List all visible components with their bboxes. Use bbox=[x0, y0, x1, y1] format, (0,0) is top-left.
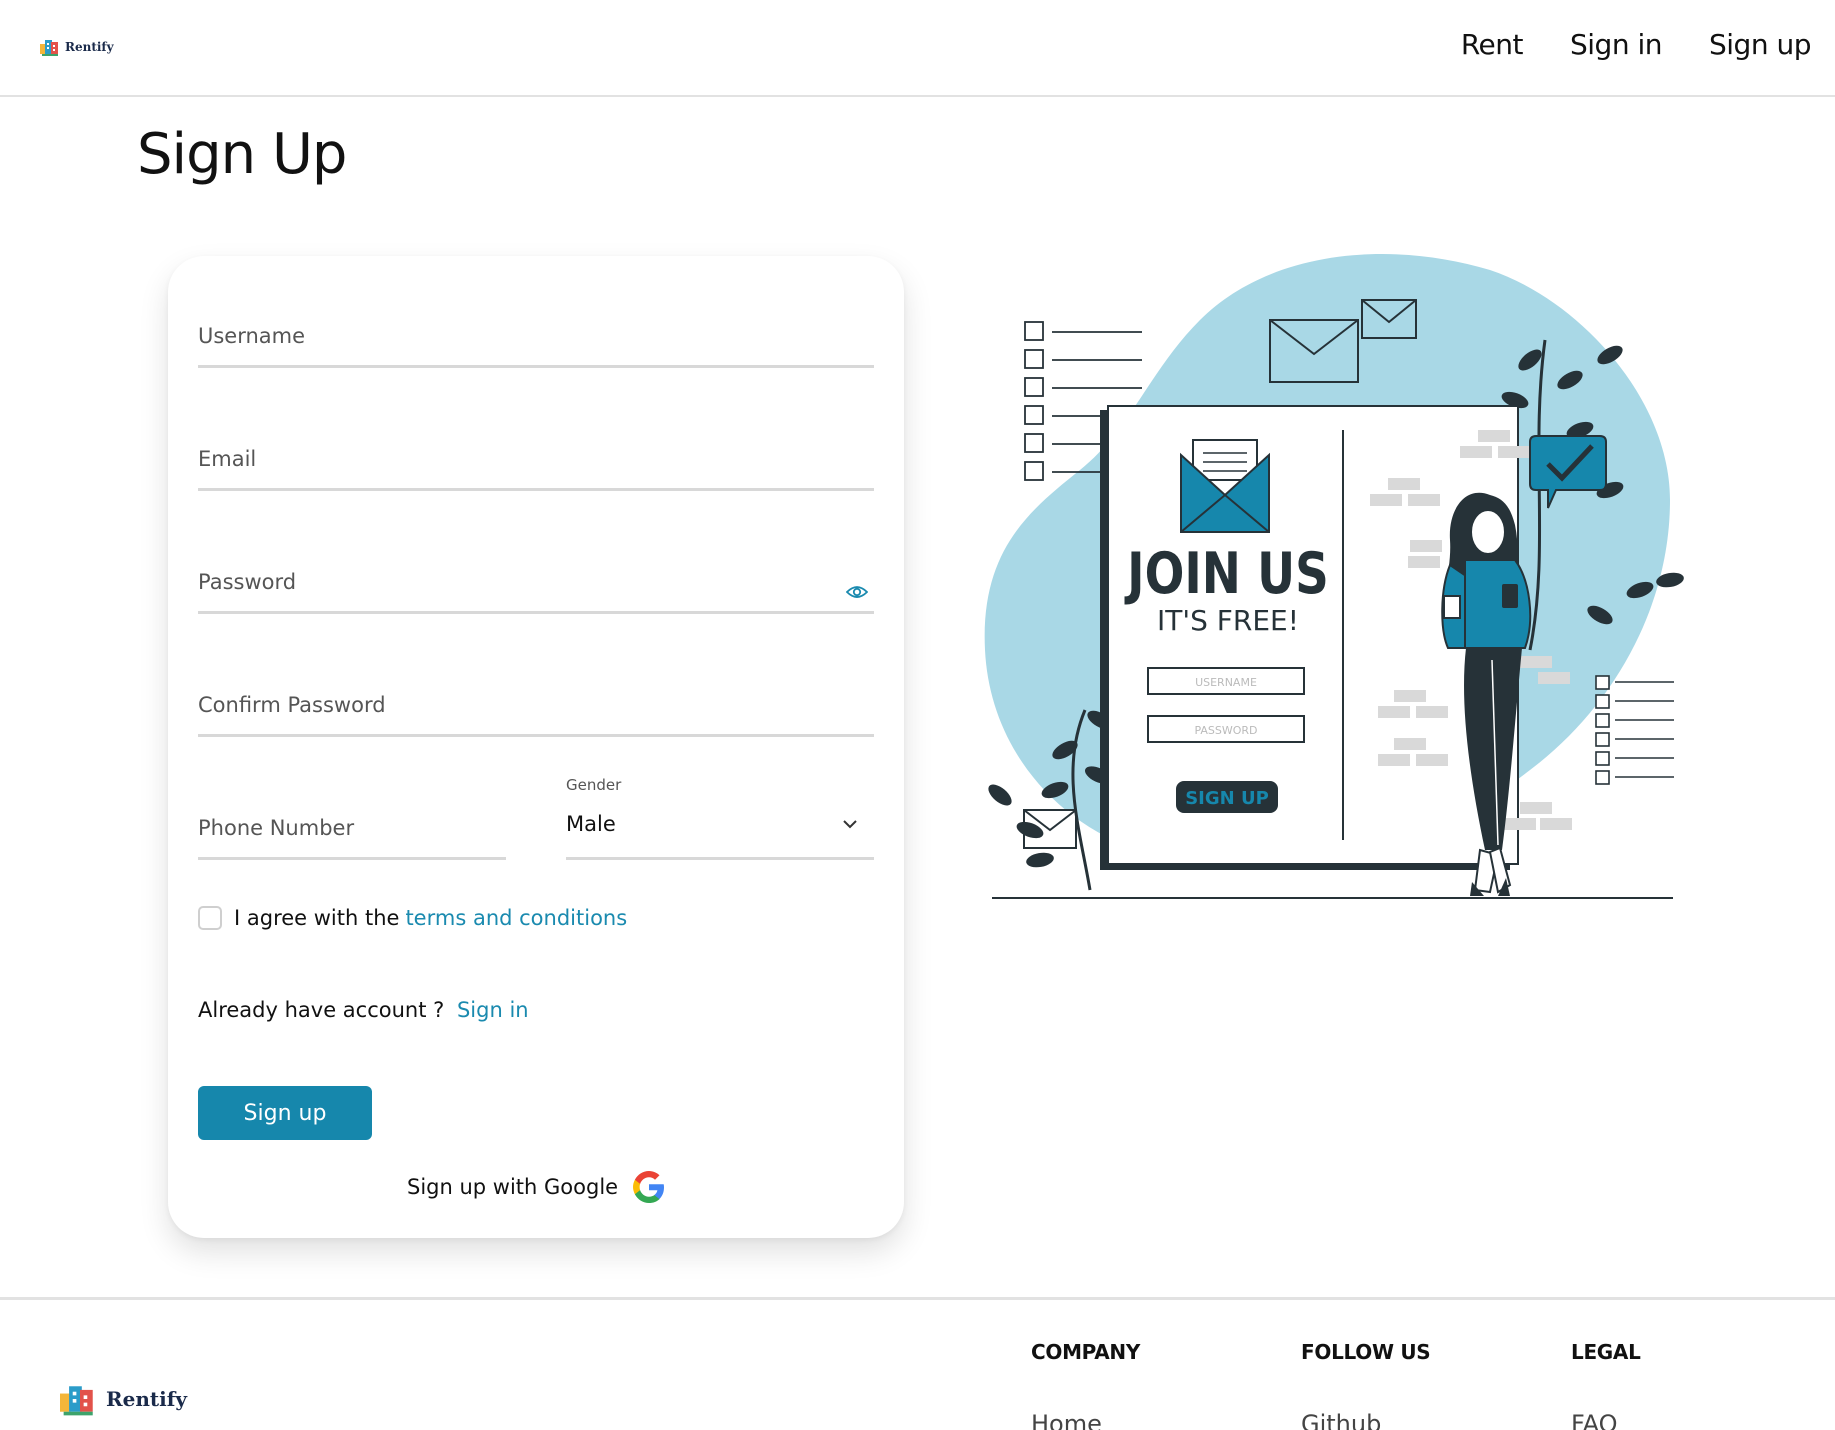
footer-heading-company: COMPANY bbox=[1031, 1340, 1141, 1364]
signin-prompt: Already have account ? Sign in bbox=[198, 998, 529, 1022]
phone-number-field[interactable]: Phone Number bbox=[198, 768, 506, 860]
password-underline bbox=[198, 611, 874, 614]
footer-heading-follow: FOLLOW US bbox=[1301, 1340, 1431, 1364]
password-field[interactable]: Password bbox=[198, 522, 874, 614]
envelope-icon bbox=[1269, 319, 1359, 383]
join-us-headline: JOIN US bbox=[1124, 540, 1328, 607]
footer-link-faq[interactable]: FAQ bbox=[1571, 1410, 1641, 1430]
chevron-down-icon bbox=[843, 820, 857, 829]
signup-card: Username Email Password Confirm Password… bbox=[168, 256, 904, 1238]
username-label: Username bbox=[198, 324, 306, 348]
footer: Rentify COMPANY Home FOLLOW US Github LE… bbox=[0, 1297, 1835, 1430]
footer-column-company: COMPANY Home bbox=[1031, 1340, 1140, 1430]
username-underline bbox=[198, 365, 874, 368]
eye-icon[interactable] bbox=[846, 584, 868, 600]
footer-logo-text: Rentify bbox=[106, 1387, 187, 1411]
illus-signup-text: SIGN UP bbox=[1185, 788, 1269, 809]
google-signup-label: Sign up with Google bbox=[407, 1175, 619, 1199]
terms-link[interactable]: terms and conditions bbox=[405, 906, 627, 930]
gender-label: Gender bbox=[566, 776, 622, 794]
gender-select[interactable]: Gender Male bbox=[566, 768, 874, 860]
footer-column-legal: LEGAL FAQ bbox=[1571, 1340, 1641, 1430]
agree-text: I agree with the bbox=[234, 906, 400, 930]
checklist-right bbox=[1595, 675, 1674, 785]
buildings-icon bbox=[60, 1386, 93, 1416]
footer-logo[interactable]: Rentify bbox=[60, 1382, 187, 1416]
terms-row: I agree with the terms and conditions bbox=[198, 906, 627, 930]
footer-link-home[interactable]: Home bbox=[1031, 1410, 1140, 1430]
phone-number-underline bbox=[198, 857, 506, 860]
nav-sign-in[interactable]: Sign in bbox=[1570, 28, 1663, 61]
signup-button[interactable]: Sign up bbox=[198, 1086, 372, 1140]
email-label: Email bbox=[198, 447, 257, 471]
footer-column-follow: FOLLOW US Github bbox=[1301, 1340, 1431, 1430]
gender-value: Male bbox=[566, 812, 616, 836]
footer-heading-legal: LEGAL bbox=[1571, 1340, 1641, 1364]
password-label: Password bbox=[198, 570, 297, 594]
illus-username-text: USERNAME bbox=[1195, 676, 1257, 689]
nav-links: Rent Sign in Sign up bbox=[1461, 28, 1812, 61]
envelope-icon bbox=[1361, 299, 1417, 339]
terms-checkbox[interactable] bbox=[198, 906, 222, 930]
confirm-password-label: Confirm Password bbox=[198, 693, 386, 717]
its-free-subheadline: IT'S FREE! bbox=[1157, 604, 1299, 637]
footer-link-github[interactable]: Github bbox=[1301, 1410, 1430, 1430]
confirm-password-underline bbox=[198, 734, 874, 737]
nav-rent[interactable]: Rent bbox=[1461, 28, 1524, 61]
confirm-password-field[interactable]: Confirm Password bbox=[198, 645, 874, 737]
email-field[interactable]: Email bbox=[198, 399, 874, 491]
already-text: Already have account ? bbox=[198, 998, 445, 1022]
google-signup[interactable]: Sign up with Google bbox=[407, 1168, 668, 1206]
gender-underline bbox=[566, 857, 874, 860]
email-underline bbox=[198, 488, 874, 491]
username-field[interactable]: Username bbox=[198, 276, 874, 368]
google-icon bbox=[633, 1171, 665, 1203]
logo-text: Rentify bbox=[65, 40, 114, 54]
top-navbar: Rentify Rent Sign in Sign up bbox=[0, 0, 1835, 97]
logo[interactable]: Rentify bbox=[40, 38, 114, 56]
nav-sign-up[interactable]: Sign up bbox=[1709, 28, 1812, 61]
join-us-illustration: JOIN US IT'S FREE! USERNAME PASSWORD SIG… bbox=[984, 254, 1684, 899]
buildings-icon bbox=[40, 40, 58, 56]
page-title: Sign Up bbox=[137, 122, 347, 187]
signin-link[interactable]: Sign in bbox=[457, 998, 529, 1022]
illus-password-text: PASSWORD bbox=[1194, 724, 1257, 737]
phone-number-label: Phone Number bbox=[198, 816, 355, 840]
